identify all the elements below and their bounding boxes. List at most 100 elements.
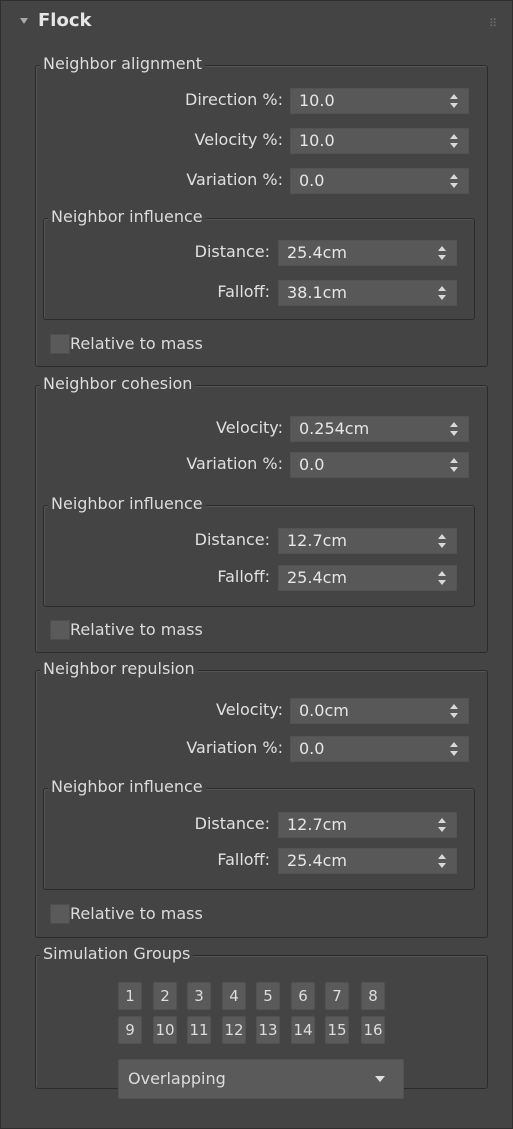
sim-group-button-6[interactable]: 6 [291,982,315,1010]
sim-group-button-9[interactable]: 9 [118,1016,142,1044]
distance-label: Distance: [194,814,270,833]
direction-row: Direction %: [0,87,283,113]
checkbox[interactable] [50,620,70,640]
variation-value[interactable]: 0.0 [299,453,324,477]
distance-value[interactable]: 25.4cm [287,241,347,265]
sim-group-button-4[interactable]: 4 [222,982,246,1010]
sim-group-button-7[interactable]: 7 [325,982,349,1010]
spinner-arrows-icon[interactable] [438,534,446,548]
falloff-value[interactable]: 25.4cm [287,849,347,873]
distance-label: Distance: [194,530,270,549]
velocity-row: Velocity: [0,697,283,723]
variation-spinner[interactable]: 0.0 [290,736,469,762]
sim-group-button-8[interactable]: 8 [361,982,385,1010]
distance-spinner[interactable]: 12.7cm [278,812,457,838]
direction-spinner[interactable]: 10.0 [290,88,469,114]
group-title: Neighbor influence [48,777,206,796]
variation-value[interactable]: 0.0 [299,169,324,193]
spinner-arrows-icon[interactable] [450,174,458,188]
distance-row: Distance: [0,811,270,837]
velocity-row: Velocity %: [0,127,283,153]
falloff-value[interactable]: 25.4cm [287,566,347,590]
sim-group-button-3[interactable]: 3 [187,982,211,1010]
falloff-value[interactable]: 38.1cm [287,281,347,305]
distance-row: Distance: [0,239,270,265]
velocity-value[interactable]: 0.254cm [299,417,369,441]
spinner-arrows-icon[interactable] [450,422,458,436]
spinner-arrows-icon[interactable] [450,94,458,108]
relative-to-mass-checkbox[interactable]: Relative to mass [50,618,290,642]
spinner-arrows-icon[interactable] [438,246,446,260]
falloff-spinner[interactable]: 38.1cm [278,280,457,306]
sim-group-button-11[interactable]: 11 [187,1016,211,1044]
velocity-label: Velocity %: [194,130,283,149]
spinner-arrows-icon[interactable] [450,742,458,756]
triangle-down-icon[interactable] [20,18,28,24]
sim-group-button-13[interactable]: 13 [256,1016,280,1044]
sim-group-button-2[interactable]: 2 [153,982,177,1010]
velocity-label: Velocity: [216,418,283,437]
variation-spinner[interactable]: 0.0 [290,452,469,478]
distance-label: Distance: [194,242,270,261]
sim-group-button-10[interactable]: 10 [153,1016,177,1044]
drag-grip-icon[interactable]: ⠿ [489,17,497,30]
variation-label: Variation %: [186,738,283,757]
variation-label: Variation %: [186,454,283,473]
overlap-mode-value[interactable]: Overlapping [128,1060,226,1098]
distance-value[interactable]: 12.7cm [287,529,347,553]
relative-to-mass-checkbox[interactable]: Relative to mass [50,332,290,356]
group-title: Neighbor influence [48,494,206,513]
overlap-mode-dropdown[interactable]: Overlapping [118,1059,404,1099]
variation-row: Variation %: [0,735,283,761]
direction-label: Direction %: [185,90,283,109]
variation-row: Variation %: [0,167,283,193]
spinner-arrows-icon[interactable] [438,818,446,832]
falloff-label: Falloff: [217,850,270,869]
sim-group-button-1[interactable]: 1 [118,982,142,1010]
variation-spinner[interactable]: 0.0 [290,168,469,194]
falloff-spinner[interactable]: 25.4cm [278,848,457,874]
chevron-down-icon[interactable] [375,1076,385,1082]
checkbox-label[interactable]: Relative to mass [70,332,203,356]
variation-value[interactable]: 0.0 [299,737,324,761]
velocity-label: Velocity: [216,700,283,719]
velocity-spinner[interactable]: 0.0cm [290,698,469,724]
spinner-arrows-icon[interactable] [438,571,446,585]
group-title: Neighbor alignment [40,54,205,73]
sim-group-button-5[interactable]: 5 [256,982,280,1010]
spinner-arrows-icon[interactable] [450,458,458,472]
distance-spinner[interactable]: 12.7cm [278,528,457,554]
spinner-arrows-icon[interactable] [450,134,458,148]
velocity-spinner[interactable]: 10.0 [290,128,469,154]
rollout-title[interactable]: Flock [38,10,91,31]
falloff-label: Falloff: [217,567,270,586]
checkbox[interactable] [50,334,70,354]
neighbor-influence-group: Neighbor influence [43,777,475,890]
distance-row: Distance: [0,527,270,553]
sim-group-button-12[interactable]: 12 [222,1016,246,1044]
velocity-row: Velocity: [0,415,283,441]
checkbox-label[interactable]: Relative to mass [70,618,203,642]
direction-value[interactable]: 10.0 [299,89,335,113]
neighbor-influence-group: Neighbor influence [43,494,475,607]
group-title: Neighbor influence [48,207,206,226]
group-title: Neighbor cohesion [40,374,196,393]
distance-spinner[interactable]: 25.4cm [278,240,457,266]
checkbox-label[interactable]: Relative to mass [70,902,203,926]
spinner-arrows-icon[interactable] [438,854,446,868]
sim-group-button-16[interactable]: 16 [361,1016,385,1044]
sim-group-button-14[interactable]: 14 [291,1016,315,1044]
checkbox[interactable] [50,904,70,924]
spinner-arrows-icon[interactable] [438,286,446,300]
variation-row: Variation %: [0,451,283,477]
distance-value[interactable]: 12.7cm [287,813,347,837]
velocity-spinner[interactable]: 0.254cm [290,416,469,442]
falloff-row: Falloff: [0,279,270,305]
falloff-spinner[interactable]: 25.4cm [278,565,457,591]
falloff-row: Falloff: [0,847,270,873]
sim-group-button-15[interactable]: 15 [325,1016,349,1044]
spinner-arrows-icon[interactable] [450,704,458,718]
velocity-value[interactable]: 10.0 [299,129,335,153]
velocity-value[interactable]: 0.0cm [299,699,349,723]
relative-to-mass-checkbox[interactable]: Relative to mass [50,902,290,926]
